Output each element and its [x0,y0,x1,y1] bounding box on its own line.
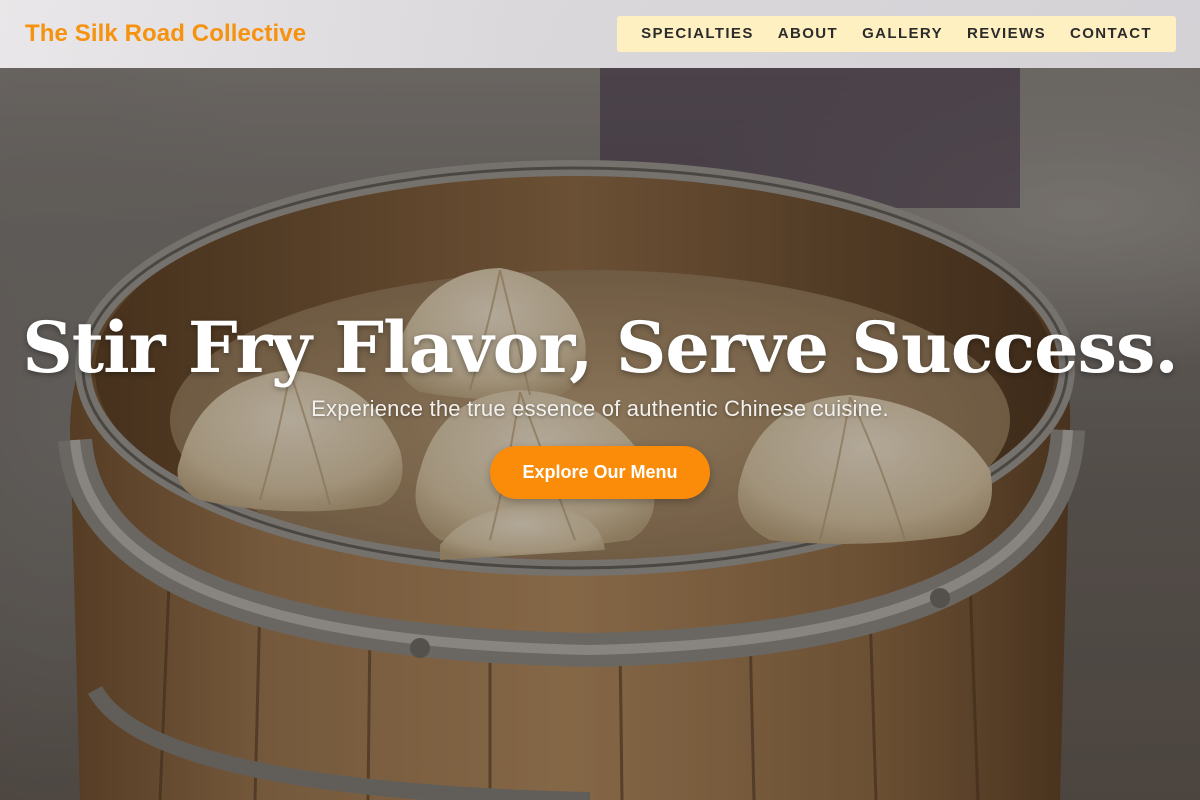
brand-logo-text[interactable]: The Silk Road Collective [25,20,306,48]
main-nav: SPECIALTIES ABOUT GALLERY REVIEWS CONTAC… [617,16,1176,52]
nav-item-gallery[interactable]: GALLERY [850,16,955,52]
hero-content: Stir Fry Flavor, Serve Success. Experien… [0,300,1200,499]
explore-menu-button[interactable]: Explore Our Menu [490,446,710,499]
nav-item-reviews[interactable]: REVIEWS [955,16,1058,52]
nav-item-about[interactable]: ABOUT [766,16,850,52]
hero-headline: Stir Fry Flavor, Serve Success. [22,306,1179,389]
nav-item-specialties[interactable]: SPECIALTIES [629,16,766,52]
nav-item-contact[interactable]: CONTACT [1058,16,1164,52]
hero-subtitle: Experience the true essence of authentic… [311,396,889,421]
site-header: The Silk Road Collective SPECIALTIES ABO… [0,0,1200,68]
